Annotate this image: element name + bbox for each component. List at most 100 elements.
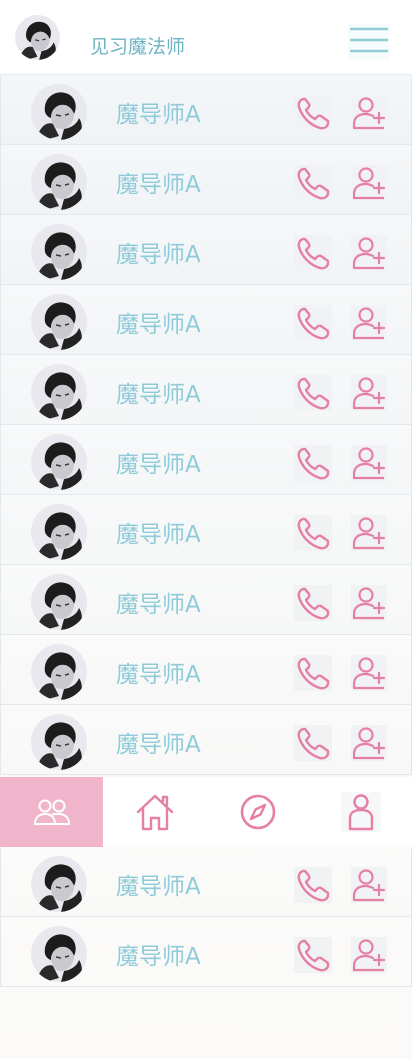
contact-name: 魔导师A — [116, 312, 201, 338]
user-avatar[interactable] — [15, 15, 60, 60]
add-friend-button[interactable] — [351, 235, 387, 271]
contact-row[interactable]: 魔导师A — [0, 847, 412, 917]
phone-icon — [294, 95, 332, 131]
contact-row[interactable]: 魔导师A — [0, 425, 412, 495]
contact-list: 魔导师A 魔导师A 魔导师A 魔导师A 魔导师A 魔导师A 魔导师A 魔导师A 魔导师A 魔导师A — [0, 75, 412, 775]
contact-avatar[interactable] — [31, 154, 87, 210]
add-friend-icon — [351, 937, 387, 973]
phone-icon — [294, 937, 332, 973]
contact-row[interactable]: 魔导师A — [0, 565, 412, 635]
phone-icon — [294, 235, 332, 271]
call-button[interactable] — [294, 305, 332, 341]
add-friend-icon — [351, 95, 387, 131]
contact-avatar[interactable] — [31, 84, 87, 140]
contact-name: 魔导师A — [116, 662, 201, 688]
contact-avatar[interactable] — [31, 856, 87, 912]
compass-icon — [240, 794, 275, 830]
contact-name: 魔导师A — [116, 172, 201, 198]
contact-portrait-icon — [31, 224, 87, 280]
add-friend-icon — [351, 655, 387, 691]
contact-portrait-icon — [31, 364, 87, 420]
app-header: 见习魔法师 — [0, 0, 412, 75]
add-friend-button[interactable] — [351, 445, 387, 481]
contact-portrait-icon — [31, 574, 87, 630]
add-friend-icon — [351, 867, 387, 903]
add-friend-button[interactable] — [351, 937, 387, 973]
contact-name: 魔导师A — [116, 732, 201, 758]
contact-row[interactable]: 魔导师A — [0, 917, 412, 987]
contact-row[interactable]: 魔导师A — [0, 145, 412, 215]
contact-avatar[interactable] — [31, 574, 87, 630]
tab-friends[interactable] — [0, 777, 103, 847]
phone-icon — [294, 725, 332, 761]
tab-profile[interactable] — [309, 777, 412, 847]
add-friend-icon — [351, 445, 387, 481]
add-friend-button[interactable] — [351, 515, 387, 551]
call-button[interactable] — [294, 375, 332, 411]
contact-avatar[interactable] — [31, 434, 87, 490]
contact-name: 魔导师A — [116, 522, 201, 548]
contact-portrait-icon — [31, 294, 87, 350]
tab-discover[interactable] — [206, 777, 309, 847]
page-title: 见习魔法师 — [90, 36, 186, 58]
contact-portrait-icon — [31, 714, 87, 770]
call-button[interactable] — [294, 515, 332, 551]
add-friend-button[interactable] — [351, 585, 387, 621]
add-friend-button[interactable] — [351, 305, 387, 341]
contact-row[interactable]: 魔导师A — [0, 495, 412, 565]
call-button[interactable] — [294, 655, 332, 691]
contact-portrait-icon — [31, 434, 87, 490]
contact-portrait-icon — [31, 644, 87, 700]
contact-row[interactable]: 魔导师A — [0, 215, 412, 285]
add-friend-icon — [351, 165, 387, 201]
contact-avatar[interactable] — [31, 926, 87, 982]
add-friend-icon — [351, 305, 387, 341]
call-button[interactable] — [294, 165, 332, 201]
contact-avatar[interactable] — [31, 294, 87, 350]
add-friend-icon — [351, 515, 387, 551]
phone-icon — [294, 585, 332, 621]
call-button[interactable] — [294, 445, 332, 481]
profile-icon — [340, 792, 381, 832]
phone-icon — [294, 305, 332, 341]
contact-avatar[interactable] — [31, 644, 87, 700]
contact-avatar[interactable] — [31, 714, 87, 770]
contact-name: 魔导师A — [116, 452, 201, 478]
contact-row[interactable]: 魔导师A — [0, 705, 412, 775]
contact-avatar[interactable] — [31, 504, 87, 560]
add-friend-button[interactable] — [351, 725, 387, 761]
add-friend-icon — [351, 235, 387, 271]
add-friend-button[interactable] — [351, 95, 387, 131]
add-friend-button[interactable] — [351, 655, 387, 691]
add-friend-button[interactable] — [351, 165, 387, 201]
call-button[interactable] — [294, 585, 332, 621]
call-button[interactable] — [294, 235, 332, 271]
contact-portrait-icon — [31, 154, 87, 210]
contact-portrait-icon — [31, 856, 87, 912]
contact-avatar[interactable] — [31, 364, 87, 420]
phone-icon — [294, 165, 332, 201]
contact-avatar[interactable] — [31, 224, 87, 280]
add-friend-button[interactable] — [351, 375, 387, 411]
contact-portrait-icon — [31, 926, 87, 982]
call-button[interactable] — [294, 95, 332, 131]
add-friend-button[interactable] — [351, 867, 387, 903]
tab-home[interactable] — [103, 777, 206, 847]
call-button[interactable] — [294, 725, 332, 761]
contact-row[interactable]: 魔导师A — [0, 355, 412, 425]
contact-portrait-icon — [31, 84, 87, 140]
call-button[interactable] — [294, 867, 332, 903]
menu-button[interactable] — [348, 24, 390, 60]
phone-icon — [294, 445, 332, 481]
call-button[interactable] — [294, 937, 332, 973]
contact-row[interactable]: 魔导师A — [0, 635, 412, 705]
contact-row[interactable]: 魔导师A — [0, 75, 412, 145]
home-icon — [136, 794, 173, 831]
contact-name: 魔导师A — [116, 382, 201, 408]
contact-name: 魔导师A — [116, 592, 201, 618]
contact-name: 魔导师A — [116, 102, 201, 128]
phone-icon — [294, 375, 332, 411]
friends-icon — [33, 799, 70, 825]
contact-row[interactable]: 魔导师A — [0, 285, 412, 355]
add-friend-icon — [351, 585, 387, 621]
